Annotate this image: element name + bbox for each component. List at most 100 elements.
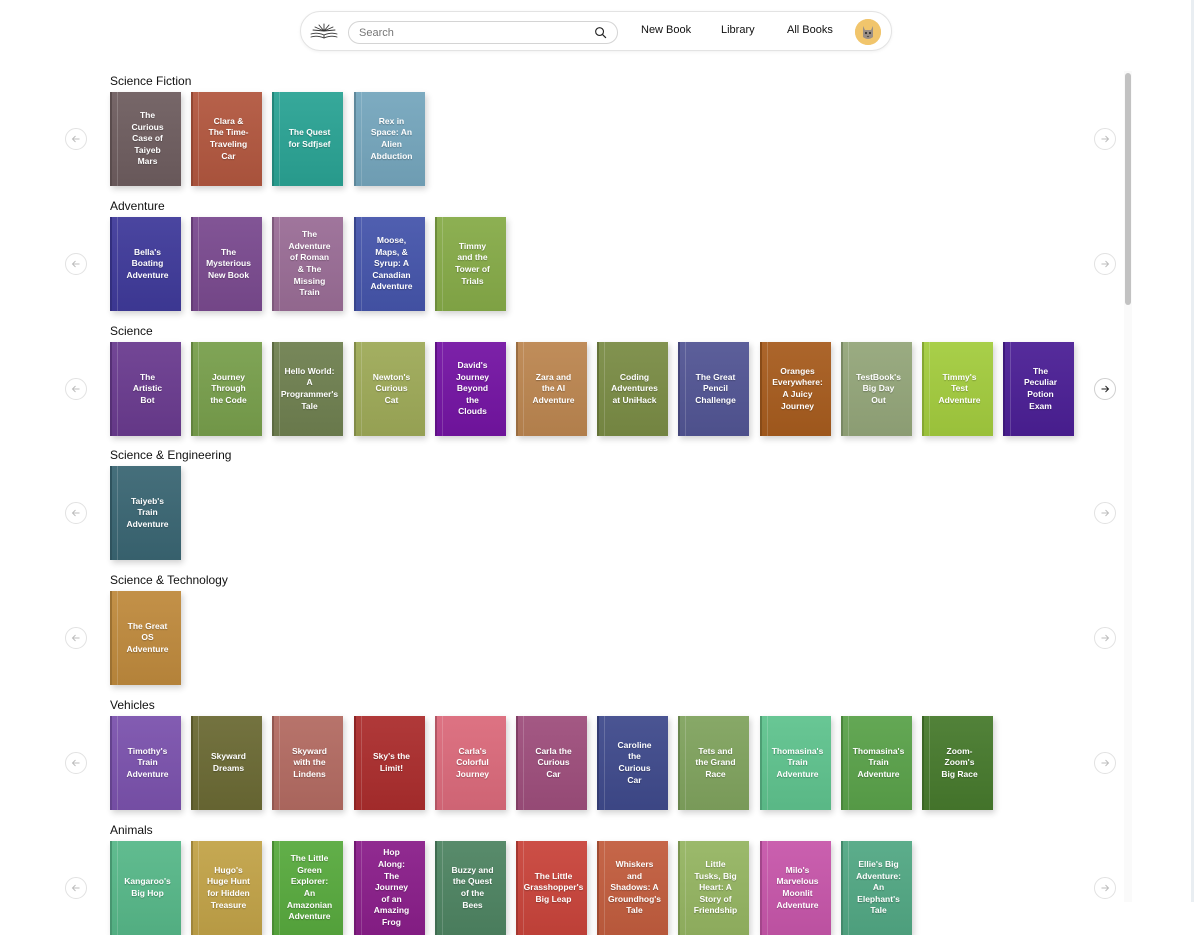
- book-cover[interactable]: Kangaroo's Big Hop: [110, 841, 181, 935]
- book-cover[interactable]: Thomasina's Train Adventure: [841, 716, 912, 810]
- scroll-left-button[interactable]: [65, 502, 87, 524]
- search-bar[interactable]: [348, 21, 618, 44]
- book-cover[interactable]: The Adventure of Roman & The Missing Tra…: [272, 217, 343, 311]
- book-cover[interactable]: Zara and the AI Adventure: [516, 342, 587, 436]
- scroll-right-button[interactable]: [1094, 253, 1116, 275]
- book-cover[interactable]: Timmy and the Tower of Trials: [435, 217, 506, 311]
- book-cover[interactable]: Ellie's Big Adventure: An Elephant's Tal…: [841, 841, 912, 935]
- book-cover[interactable]: Moose, Maps, & Syrup: A Canadian Adventu…: [354, 217, 425, 311]
- user-avatar[interactable]: [855, 19, 881, 45]
- book-cover[interactable]: Skyward Dreams: [191, 716, 262, 810]
- book-title: Tets and the Grand Race: [695, 745, 736, 779]
- book-title: Buzzy and the Quest of the Bees: [451, 864, 494, 910]
- scroll-left-button[interactable]: [65, 752, 87, 774]
- book-cover[interactable]: Clara & The Time-Traveling Car: [191, 92, 262, 186]
- book-cover[interactable]: David's Journey Beyond the Clouds: [435, 342, 506, 436]
- book-cover[interactable]: Buzzy and the Quest of the Bees: [435, 841, 506, 935]
- nav-library-link[interactable]: Library: [721, 24, 755, 36]
- logo-icon[interactable]: [309, 21, 339, 43]
- scroll-right-button[interactable]: [1094, 502, 1116, 524]
- book-cover[interactable]: The Little Green Explorer: An Amazonian …: [272, 841, 343, 935]
- book-cover[interactable]: Skyward with the Lindens: [272, 716, 343, 810]
- book-title: The Great Pencil Challenge: [695, 371, 736, 405]
- section-title: Science & Technology: [110, 573, 228, 587]
- book-title: The Curious Case of Taiyeb Mars: [131, 110, 164, 167]
- book-cover[interactable]: Sky's the Limit!: [354, 716, 425, 810]
- book-cover[interactable]: Caroline the Curious Car: [597, 716, 668, 810]
- book-title: Timmy's Test Adventure: [938, 371, 981, 405]
- book-title: Hop Along: The Journey of an Amazing Fro…: [373, 847, 410, 927]
- book-cover[interactable]: The Artistic Bot: [110, 342, 181, 436]
- book-cover[interactable]: Little Tusks, Big Heart: A Story of Frie…: [678, 841, 749, 935]
- scroll-left-button[interactable]: [65, 627, 87, 649]
- nav-all-books-link[interactable]: All Books: [787, 24, 833, 36]
- book-cover[interactable]: Rex in Space: An Alien Abduction: [354, 92, 425, 186]
- section-title: Science Fiction: [110, 74, 192, 88]
- book-cover[interactable]: The Quest for Sdfjsef: [272, 92, 343, 186]
- book-cover[interactable]: Hello World: A Programmer's Tale: [272, 342, 343, 436]
- search-input[interactable]: [359, 26, 594, 39]
- arrow-right-icon: [1101, 884, 1110, 892]
- book-title: Little Tusks, Big Heart: A Story of Frie…: [693, 859, 738, 916]
- arrow-right-icon: [1101, 260, 1110, 268]
- book-title: Thomasina's Train Adventure: [852, 745, 905, 779]
- book-cover[interactable]: The Great Pencil Challenge: [678, 342, 749, 436]
- book-cover[interactable]: The Little Grasshopper's Big Leap: [516, 841, 587, 935]
- search-icon[interactable]: [594, 26, 607, 39]
- book-cover[interactable]: Tets and the Grand Race: [678, 716, 749, 810]
- book-cover[interactable]: Hop Along: The Journey of an Amazing Fro…: [354, 841, 425, 935]
- book-title: Journey Through the Code: [210, 371, 247, 405]
- book-cover[interactable]: Carla the Curious Car: [516, 716, 587, 810]
- book-cover[interactable]: Taiyeb's Train Adventure: [110, 466, 181, 560]
- book-title: Skyward Dreams: [211, 751, 246, 773]
- book-title: Carla's Colorful Journey: [455, 745, 490, 779]
- book-title: Sky's the Limit!: [373, 751, 410, 773]
- book-title: The Little Green Explorer: An Amazonian …: [286, 853, 333, 922]
- section-title: Science & Engineering: [110, 448, 232, 462]
- book-title: Timothy's Train Adventure: [126, 745, 169, 779]
- book-cover[interactable]: Oranges Everywhere: A Juicy Journey: [760, 342, 831, 436]
- book-cover[interactable]: The Great OS Adventure: [110, 591, 181, 685]
- book-cover[interactable]: Coding Adventures at UniHack: [597, 342, 668, 436]
- book-row: The Great OS Adventure: [110, 591, 1080, 685]
- book-title: Rex in Space: An Alien Abduction: [370, 115, 413, 161]
- book-title: The Little Grasshopper's Big Leap: [523, 870, 584, 904]
- book-cover[interactable]: The Mysterious New Book: [191, 217, 262, 311]
- book-title: Milo's Marvelous Moonlit Adventure: [776, 864, 819, 910]
- book-cover[interactable]: The Curious Case of Taiyeb Mars: [110, 92, 181, 186]
- book-title: Kangaroo's Big Hop: [124, 876, 171, 898]
- book-cover[interactable]: Bella's Boating Adventure: [110, 217, 181, 311]
- section-title: Vehicles: [110, 698, 155, 712]
- book-cover[interactable]: Whiskers and Shadows: A Groundhog's Tale: [597, 841, 668, 935]
- scroll-right-button[interactable]: [1094, 378, 1116, 400]
- scroll-left-button[interactable]: [65, 877, 87, 899]
- book-cover[interactable]: The Peculiar Potion Exam: [1003, 342, 1074, 436]
- book-title: Oranges Everywhere: A Juicy Journey: [772, 365, 823, 411]
- book-cover[interactable]: Zoom-Zoom's Big Race: [922, 716, 993, 810]
- scroll-right-button[interactable]: [1094, 877, 1116, 899]
- book-cover[interactable]: Hugo's Huge Hunt for Hidden Treasure: [191, 841, 262, 935]
- book-cover[interactable]: Timmy's Test Adventure: [922, 342, 993, 436]
- book-title: Coding Adventures at UniHack: [611, 371, 658, 405]
- book-title: Zara and the AI Adventure: [532, 371, 575, 405]
- book-cover[interactable]: TestBook's Big Day Out: [841, 342, 912, 436]
- scroll-left-button[interactable]: [65, 378, 87, 400]
- book-cover[interactable]: Carla's Colorful Journey: [435, 716, 506, 810]
- scrollbar-thumb[interactable]: [1125, 73, 1131, 305]
- book-cover[interactable]: Milo's Marvelous Moonlit Adventure: [760, 841, 831, 935]
- book-title: The Great OS Adventure: [126, 620, 169, 654]
- book-cover[interactable]: Journey Through the Code: [191, 342, 262, 436]
- book-title: Clara & The Time-Traveling Car: [208, 115, 249, 161]
- book-title: Caroline the Curious Car: [617, 739, 652, 785]
- book-cover[interactable]: Timothy's Train Adventure: [110, 716, 181, 810]
- scroll-right-button[interactable]: [1094, 752, 1116, 774]
- cat-avatar-icon: [855, 19, 881, 45]
- book-cover[interactable]: Newton's Curious Cat: [354, 342, 425, 436]
- scroll-left-button[interactable]: [65, 253, 87, 275]
- scroll-left-button[interactable]: [65, 128, 87, 150]
- scroll-right-button[interactable]: [1094, 128, 1116, 150]
- scroll-right-button[interactable]: [1094, 627, 1116, 649]
- book-title: David's Journey Beyond the Clouds: [455, 360, 490, 417]
- nav-new-book-link[interactable]: New Book: [641, 24, 691, 36]
- book-cover[interactable]: Thomasina's Train Adventure: [760, 716, 831, 810]
